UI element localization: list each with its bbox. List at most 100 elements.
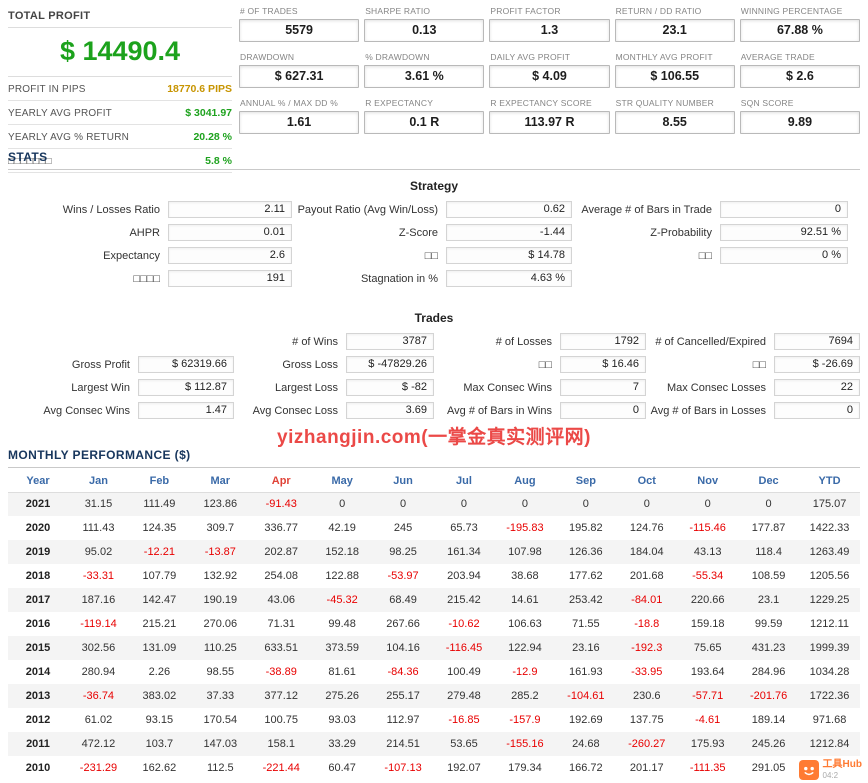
monthly-value-cell: 270.06	[203, 618, 238, 630]
monthly-value-cell: 33.29	[328, 738, 356, 750]
stat-value: $ 112.87	[138, 379, 234, 396]
monthly-value-cell: 215.42	[447, 594, 481, 606]
badge-logo-icon	[798, 759, 819, 780]
stat-label: AHPR	[129, 226, 160, 239]
monthly-value-cell: -45.32	[326, 594, 358, 606]
summary-row-value: $ 3041.97	[185, 107, 232, 119]
metric-cell: DRAWDOWN $ 627.31	[239, 52, 360, 88]
monthly-value-cell: 275.26	[325, 690, 359, 702]
monthly-value-cell: -104.61	[567, 690, 605, 702]
monthly-value-cell: 111.49	[143, 498, 176, 511]
metric-cell: SQN SCORE 9.89	[739, 98, 860, 134]
total-profit-value: $ 14490.4	[8, 28, 232, 77]
monthly-value-cell: 1205.56	[809, 570, 850, 582]
monthly-value-cell: 383.02	[142, 690, 177, 702]
monthly-column-header[interactable]: YTD	[799, 470, 860, 493]
monthly-value-cell: 192.07	[447, 762, 481, 774]
stat-value-empty	[720, 270, 848, 287]
monthly-column-header[interactable]: Aug	[494, 470, 556, 493]
metric-value: 67.88 %	[739, 19, 860, 42]
monthly-value-cell: 103.7	[145, 738, 174, 750]
monthly-column-header[interactable]: Jun	[372, 470, 434, 493]
stat-label: Max Consec Losses	[666, 381, 766, 394]
monthly-column-header[interactable]: Year	[8, 470, 68, 493]
monthly-column-header[interactable]: May	[311, 470, 373, 493]
monthly-value-cell: 0	[704, 498, 711, 511]
stat-label: Stagnation in %	[360, 272, 438, 285]
monthly-value-cell: 230.6	[632, 690, 661, 702]
stats-row: Gross Profit $ 62319.66 Gross Loss $ -47829…	[8, 356, 860, 373]
monthly-value-cell: 170.54	[203, 714, 238, 726]
metric-label: R EXPECTANCY SCORE	[490, 98, 592, 108]
metric-label: DAILY AVG PROFIT	[490, 52, 571, 62]
monthly-value-cell: -195.83	[506, 522, 544, 534]
stat-label: Gross Loss	[282, 358, 338, 371]
monthly-column-header[interactable]: Apr	[250, 470, 312, 493]
metric-value: 1.3	[489, 19, 610, 42]
monthly-row: 2018 -33.31 107.79 132.92 254.08 122.88 -53.97…	[8, 564, 860, 588]
metric-cell: AVERAGE TRADE $ 2.6	[739, 52, 860, 88]
monthly-column-header[interactable]: Mar	[189, 470, 251, 493]
trades-rows: # of Wins 3787 # of Losses 1792 # of Cancell…	[8, 333, 860, 419]
metric-label: MONTHLY AVG PROFIT	[615, 52, 713, 62]
monthly-row: 2011 472.12 103.7 147.03 158.1 33.29 214.51 53.…	[8, 732, 860, 756]
monthly-column-header[interactable]: Nov	[677, 470, 739, 493]
stat-label: □□	[424, 249, 438, 262]
monthly-column-header[interactable]: Jul	[433, 470, 495, 493]
stat-label: □□	[538, 358, 552, 371]
stats-row: Expectancy 2.6 □□ $ 14.78 □□ 0 %	[8, 247, 860, 264]
summary-row: YEARLY AVG % RETURN 20.28 %	[8, 125, 232, 149]
trades-title: Trades	[414, 311, 454, 325]
monthly-value-cell: -155.16	[506, 738, 544, 750]
metric-label: SHARPE RATIO	[365, 6, 431, 16]
metric-cell: MONTHLY AVG PROFIT $ 106.55	[614, 52, 735, 88]
monthly-year-cell: 2014	[25, 666, 51, 678]
metric-label: # OF TRADES	[240, 6, 298, 16]
metric-value: $ 4.09	[489, 65, 610, 88]
strategy-title: Strategy	[409, 179, 459, 193]
monthly-value-cell: 42.19	[328, 522, 356, 534]
monthly-value-cell: -16.85	[448, 714, 480, 726]
monthly-value-cell: 201.68	[629, 570, 664, 582]
monthly-value-cell: 214.51	[386, 738, 420, 750]
monthly-value-cell: 159.18	[690, 618, 725, 630]
monthly-column-header[interactable]: Dec	[738, 470, 800, 493]
monthly-value-cell: 285.2	[511, 690, 539, 702]
monthly-value-cell: 0	[460, 498, 468, 511]
metric-value: 23.1	[614, 19, 735, 42]
monthly-column-header[interactable]: Jan	[68, 470, 129, 493]
metric-cell: STR QUALITY NUMBER 8.55	[614, 98, 735, 134]
monthly-column-header[interactable]: Sep	[555, 470, 617, 493]
metric-value: $ 627.31	[239, 65, 360, 88]
monthly-value-cell: 220.66	[690, 594, 725, 606]
stat-label: Avg # of Bars in Wins	[447, 404, 552, 417]
monthly-value-cell: 166.72	[569, 762, 603, 774]
trades-table: Trades # of Wins 3787 # of Losses 1792 # of …	[8, 311, 860, 425]
monthly-value-cell: 124.76	[629, 522, 664, 534]
monthly-row: 2010 -231.29 162.62 112.5 -221.44 60.47 -107.1…	[8, 756, 860, 780]
monthly-value-cell: 23.1	[757, 594, 780, 606]
monthly-header-row: Year Jan Feb Mar Apr May Jun Jul Aug Sep Oct Nov Dec…	[8, 470, 860, 493]
monthly-value-cell: -10.62	[448, 618, 480, 630]
stat-label: □□	[752, 358, 766, 371]
monthly-value-cell: 100.49	[447, 666, 481, 678]
monthly-value-cell: 0	[400, 498, 407, 511]
monthly-value-cell: 122.94	[508, 642, 542, 654]
monthly-value-cell: 14.61	[511, 594, 539, 606]
summary-panel: TOTAL PROFIT $ 14490.4 PROFIT IN PIPS 187…	[8, 6, 232, 173]
metric-cell: RETURN / DD RATIO 23.1	[614, 6, 735, 42]
monthly-column-header[interactable]: Feb	[128, 470, 190, 493]
stat-value: 191	[168, 270, 292, 287]
monthly-column-header[interactable]: Oct	[616, 470, 678, 493]
monthly-value-cell: 1229.25	[809, 594, 850, 606]
monthly-value-cell: -111.35	[689, 762, 726, 774]
summary-row-label: PROFIT IN PIPS	[8, 83, 86, 95]
monthly-value-cell: -12.21	[143, 546, 175, 558]
monthly-value-cell: 184.04	[629, 546, 664, 558]
monthly-section-header: MONTHLY PERFORMANCE ($)	[8, 448, 860, 468]
monthly-value-cell: 43.13	[693, 546, 722, 558]
monthly-value-cell: 132.92	[203, 570, 238, 582]
monthly-value-cell: 43.06	[267, 594, 295, 606]
stat-label: # of Cancelled/Expired	[655, 335, 766, 348]
monthly-value-cell: 37.33	[206, 690, 235, 702]
